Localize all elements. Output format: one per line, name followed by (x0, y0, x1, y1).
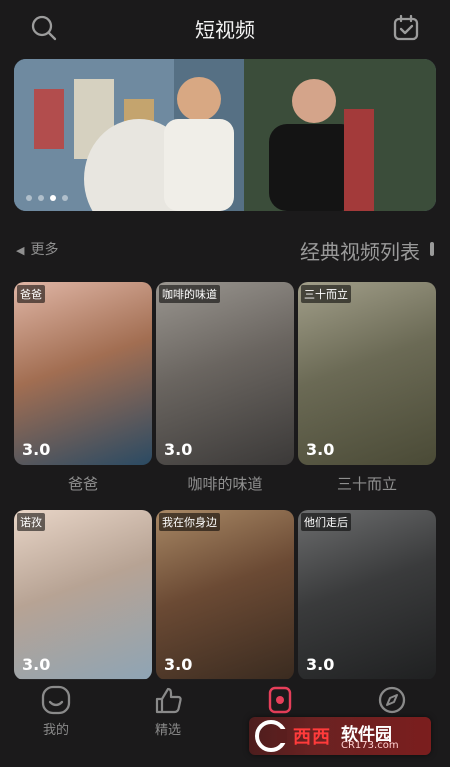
video-thumbnail (298, 282, 436, 465)
video-card[interactable]: 爸爸 3.0 (14, 282, 152, 465)
top-header: 短视频 (0, 0, 450, 56)
video-thumbnail (156, 282, 294, 465)
video-tag: 我在你身边 (159, 513, 220, 531)
section-bar-icon (430, 242, 434, 256)
video-card[interactable]: 三十而立 3.0 (298, 282, 436, 465)
watermark-url: CR173.com (341, 740, 399, 751)
video-caption[interactable]: 爸爸 (14, 473, 152, 494)
calendar-check-icon[interactable] (392, 14, 420, 42)
banner-pagination (26, 195, 68, 201)
video-score: 3.0 (306, 440, 335, 459)
watermark-badge: 西西 软件园 CR173.com (249, 717, 431, 755)
short-video-icon (268, 686, 292, 714)
video-score: 3.0 (164, 655, 193, 674)
pagination-dot[interactable] (62, 195, 68, 201)
page-title: 短视频 (195, 18, 255, 42)
more-link[interactable]: ◀ 更多 (16, 239, 58, 259)
video-card[interactable]: 我在你身边 3.0 (156, 510, 294, 680)
video-tag: 咖啡的味道 (159, 285, 220, 303)
video-score: 3.0 (306, 655, 335, 674)
tab-featured[interactable]: 精选 (112, 679, 224, 738)
video-caption[interactable]: 三十而立 (298, 473, 436, 494)
c-logo-icon (255, 720, 287, 752)
pagination-dot[interactable] (38, 195, 44, 201)
section-title: 经典视频列表 (300, 240, 420, 264)
video-tag: 爸爸 (17, 285, 45, 303)
video-card[interactable]: 他们走后 3.0 (298, 510, 436, 680)
pagination-dot-active[interactable] (50, 195, 56, 201)
banner-image (14, 59, 436, 211)
section-header: ◀ 更多 经典视频列表 (0, 236, 450, 266)
featured-banner[interactable] (14, 59, 436, 211)
video-score: 3.0 (22, 440, 51, 459)
video-tag: 诺孜 (17, 513, 45, 531)
video-caption[interactable]: 咖啡的味道 (156, 473, 294, 494)
face-icon (41, 685, 71, 715)
video-score: 3.0 (164, 440, 193, 459)
video-tag: 他们走后 (301, 513, 351, 531)
watermark-brand: 西西 (293, 727, 331, 748)
thumbs-up-icon (155, 687, 182, 714)
video-card[interactable]: 咖啡的味道 3.0 (156, 282, 294, 465)
caret-left-icon: ◀ (16, 244, 25, 257)
video-tag: 三十而立 (301, 285, 351, 303)
tab-mine[interactable]: 我的 (0, 679, 112, 738)
video-thumbnail (14, 282, 152, 465)
compass-icon (378, 686, 406, 714)
video-score: 3.0 (22, 655, 51, 674)
pagination-dot[interactable] (26, 195, 32, 201)
video-card[interactable]: 诺孜 3.0 (14, 510, 152, 680)
